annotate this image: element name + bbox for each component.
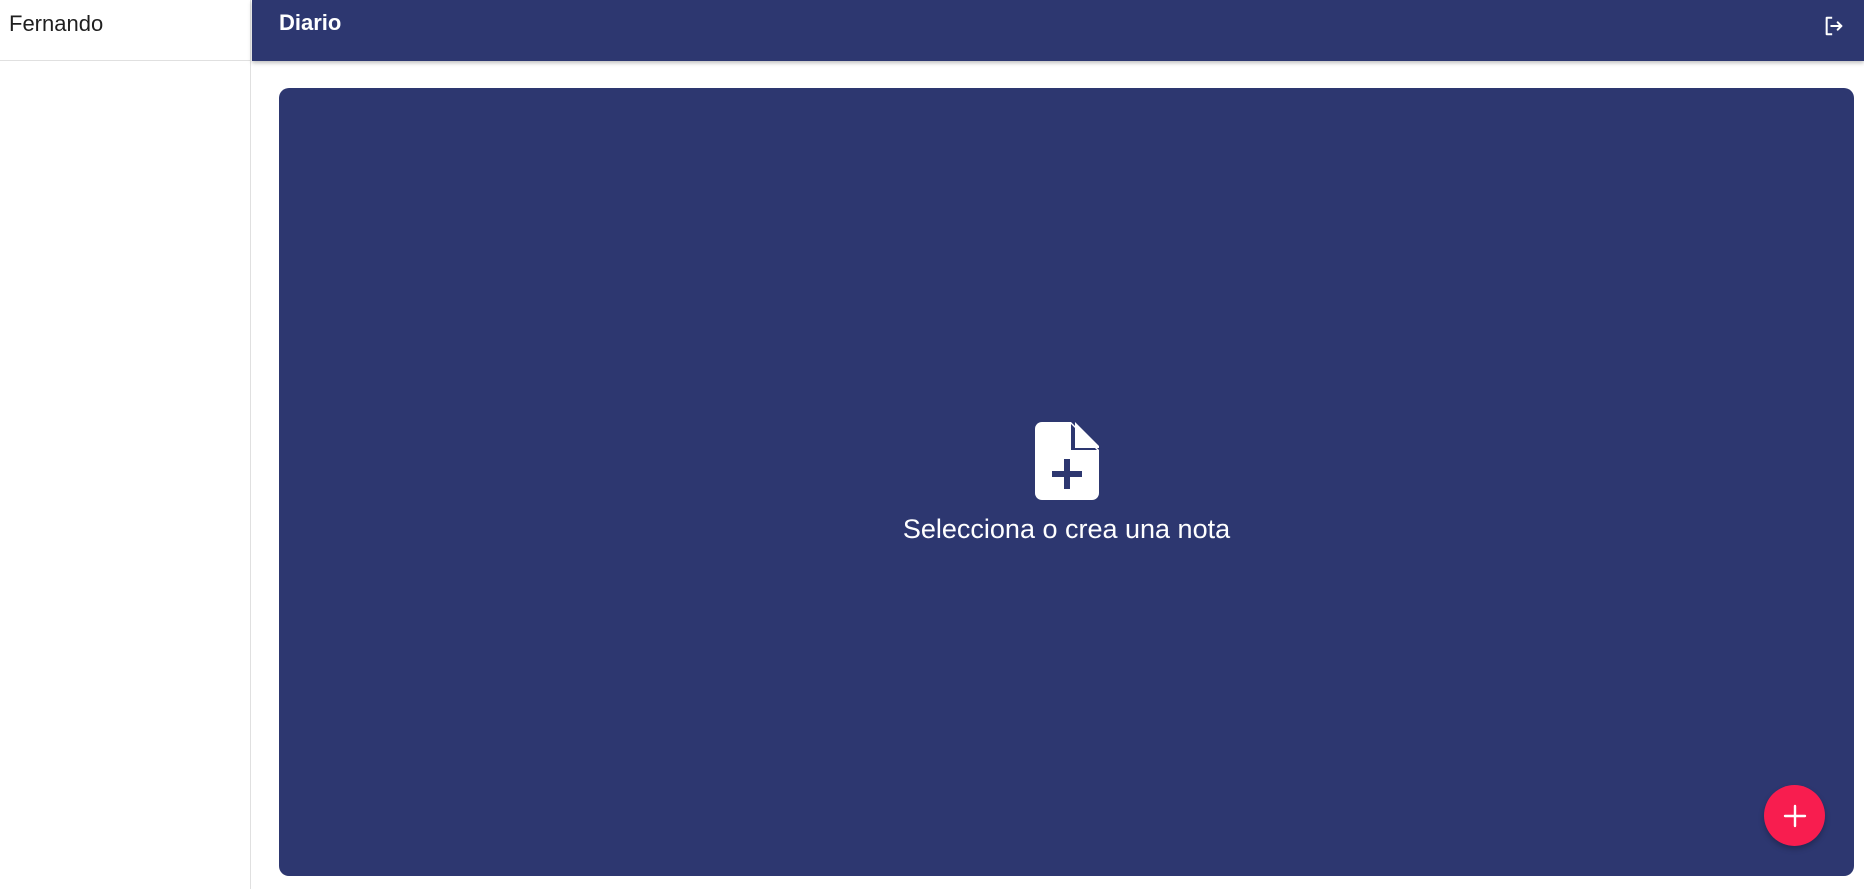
logout-icon: [1825, 16, 1843, 36]
page-title: Diario: [279, 10, 342, 35]
empty-state: Selecciona o crea una nota: [279, 422, 1854, 545]
plus-icon: [1783, 804, 1806, 827]
sidebar-header: Fernando: [0, 0, 250, 61]
app-bar: Diario: [252, 0, 1864, 61]
empty-state-message: Selecciona o crea una nota: [902, 514, 1231, 544]
user-name: Fernando: [9, 11, 104, 36]
note-add-icon: [1034, 422, 1099, 500]
notes-panel: Selecciona o crea una nota: [279, 88, 1854, 876]
logout-button[interactable]: [1820, 12, 1848, 40]
add-note-button[interactable]: [1764, 785, 1825, 846]
sidebar: Fernando: [0, 0, 251, 889]
